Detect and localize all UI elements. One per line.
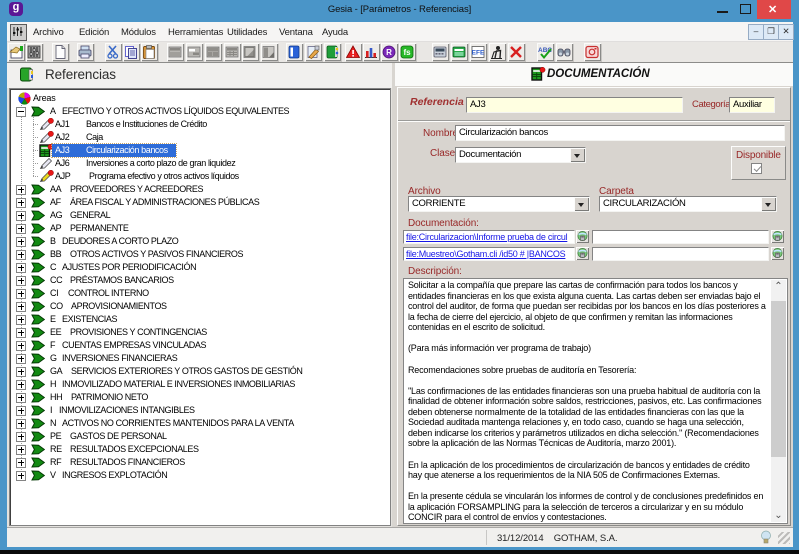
svg-text:R: R (386, 48, 392, 57)
svg-text:fs: fs (403, 48, 411, 57)
svg-text:EFE: EFE (472, 50, 485, 57)
